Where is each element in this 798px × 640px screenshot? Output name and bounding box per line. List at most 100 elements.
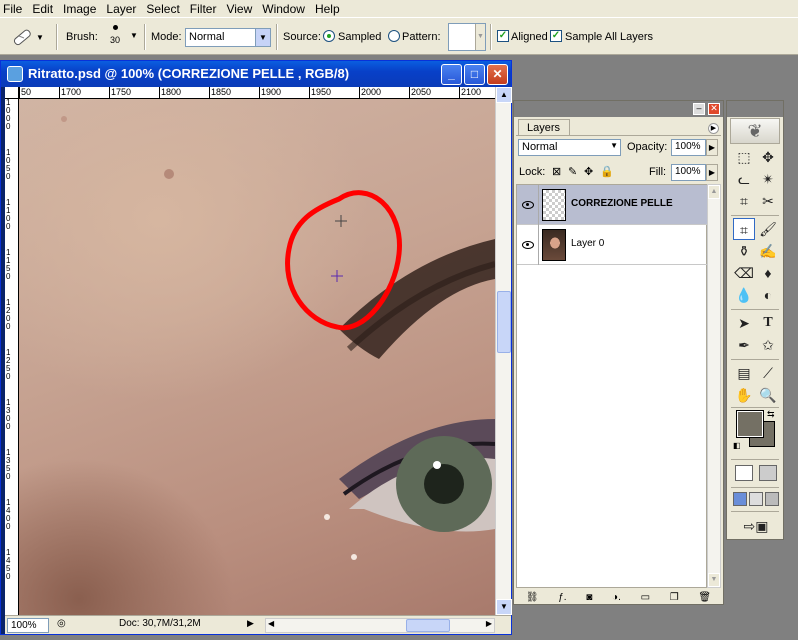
foreground-color-swatch[interactable] xyxy=(736,410,764,438)
horizontal-scrollbar[interactable]: ◀ ▶ xyxy=(265,618,495,633)
blend-mode-select[interactable]: Normal ▼ xyxy=(518,139,621,156)
brush-picker[interactable]: 30 xyxy=(105,22,125,52)
type-tool-icon[interactable]: T xyxy=(757,312,779,334)
scroll-down-icon[interactable]: ▼ xyxy=(496,599,512,615)
scroll-thumb[interactable] xyxy=(406,619,450,632)
lock-paint-icon[interactable]: ✎ xyxy=(568,165,577,178)
tab-layers[interactable]: Layers xyxy=(518,119,570,135)
scroll-up-icon[interactable]: ▲ xyxy=(708,185,720,199)
palette-title-bar[interactable]: – ✕ xyxy=(514,101,723,117)
zoom-field[interactable]: 100% xyxy=(7,618,49,633)
menu-window[interactable]: Window xyxy=(262,2,305,16)
trash-icon[interactable]: 🗑 xyxy=(698,592,711,603)
brush-dropdown-icon[interactable]: ▼ xyxy=(130,31,138,40)
layer-mask-icon[interactable]: ◙ xyxy=(586,592,592,603)
aligned-checkbox[interactable]: ✓ xyxy=(497,30,509,43)
image-canvas[interactable] xyxy=(19,99,495,615)
magic-wand-icon[interactable]: ✴ xyxy=(757,168,779,190)
vertical-scrollbar[interactable]: ▲ ▼ xyxy=(495,87,512,615)
menu-image[interactable]: Image xyxy=(63,2,96,16)
opacity-field[interactable]: 100% xyxy=(671,139,706,156)
adjustment-layer-icon[interactable]: ◑. xyxy=(612,592,621,603)
menu-view[interactable]: View xyxy=(226,2,252,16)
quick-mask-icon[interactable] xyxy=(759,465,777,481)
blur-tool-icon[interactable]: 💧 xyxy=(733,284,755,306)
marquee-tool-icon[interactable]: ⬚ xyxy=(733,146,755,168)
screen-mode-full-menu-icon[interactable] xyxy=(749,492,763,506)
scroll-down-icon[interactable]: ▼ xyxy=(708,573,720,587)
toolbox-title-bar[interactable] xyxy=(727,101,783,117)
scroll-up-icon[interactable]: ▲ xyxy=(496,87,512,103)
source-pattern-radio[interactable] xyxy=(388,30,400,43)
visibility-toggle[interactable] xyxy=(517,185,539,225)
lock-all-icon[interactable]: 🔒 xyxy=(600,165,614,178)
close-icon[interactable]: ✕ xyxy=(708,103,720,115)
edit-in-imageready-icon[interactable]: ⇨▣ xyxy=(733,515,779,537)
layer-row-correzione-pelle[interactable]: CORREZIONE PELLE xyxy=(517,185,707,225)
info-arrow-icon[interactable]: ▶ xyxy=(247,618,254,629)
minimize-button[interactable]: _ xyxy=(441,64,462,85)
menu-help[interactable]: Help xyxy=(315,2,340,16)
clone-stamp-icon[interactable]: ⚱ xyxy=(733,240,755,262)
new-layer-icon[interactable]: ❐ xyxy=(670,592,679,603)
menu-edit[interactable]: Edit xyxy=(32,2,53,16)
shape-tool-icon[interactable]: ✩ xyxy=(757,334,779,356)
fill-field[interactable]: 100% xyxy=(671,164,706,181)
default-colors-icon[interactable]: ◧ xyxy=(733,441,741,450)
scroll-left-icon[interactable]: ◀ xyxy=(268,619,274,628)
layer-style-icon[interactable]: ƒ. xyxy=(558,592,566,603)
eyedropper-icon[interactable]: ⟋ xyxy=(757,362,779,384)
link-layers-icon[interactable]: ⛓ xyxy=(526,592,539,603)
layers-scrollbar[interactable]: ▲ ▼ xyxy=(707,184,721,588)
pen-tool-icon[interactable]: ✒ xyxy=(733,334,755,356)
crop-tool-icon[interactable]: ⌗ xyxy=(733,190,755,212)
fill-slider-icon[interactable]: ▶ xyxy=(706,164,718,181)
feather-logo-icon[interactable]: ❦ xyxy=(730,118,780,144)
dodge-tool-icon[interactable]: ◐ xyxy=(757,284,779,306)
scroll-right-icon[interactable]: ▶ xyxy=(486,619,492,628)
tool-preset-picker[interactable]: ▼ xyxy=(10,24,50,50)
info-menu-icon[interactable]: ◎ xyxy=(57,618,66,629)
healing-brush-tool-icon[interactable]: ⌗ xyxy=(733,218,755,240)
move-tool-icon[interactable]: ✥ xyxy=(757,146,779,168)
visibility-toggle[interactable] xyxy=(517,225,539,265)
palette-menu-icon[interactable]: ▶ xyxy=(708,123,719,134)
screen-mode-standard-icon[interactable] xyxy=(733,492,747,506)
ruler-vertical[interactable]: 1000 1050 1100 1150 1200 1250 1300 1350 … xyxy=(5,99,19,615)
new-group-icon[interactable]: ▭ xyxy=(641,592,650,603)
zoom-tool-icon[interactable]: 🔍 xyxy=(757,384,779,406)
ruler-origin[interactable] xyxy=(5,87,19,99)
pattern-picker[interactable]: ▼ xyxy=(448,23,486,51)
standard-mode-icon[interactable] xyxy=(735,465,753,481)
lock-transparent-icon[interactable]: ⊠ xyxy=(552,165,561,178)
document-title-bar[interactable]: Ritratto.psd @ 100% (CORREZIONE PELLE , … xyxy=(1,61,511,87)
lasso-tool-icon[interactable]: ᓚ xyxy=(733,168,755,190)
menu-select[interactable]: Select xyxy=(146,2,179,16)
layer-row-layer-0[interactable]: Layer 0 xyxy=(517,225,707,265)
menu-layer[interactable]: Layer xyxy=(106,2,136,16)
close-button[interactable]: ✕ xyxy=(487,64,508,85)
swap-colors-icon[interactable]: ⇆ xyxy=(767,409,775,420)
mode-select[interactable]: Normal ▼ xyxy=(185,28,271,47)
screen-mode-full-icon[interactable] xyxy=(765,492,779,506)
lock-move-icon[interactable]: ✥ xyxy=(584,165,593,178)
paint-bucket-icon[interactable]: ♦ xyxy=(757,262,779,284)
ruler-horizontal[interactable]: 50 1700 1750 1800 1850 1900 1950 2000 20… xyxy=(19,87,495,99)
history-brush-icon[interactable]: ✍ xyxy=(757,240,779,262)
path-selection-icon[interactable]: ➤ xyxy=(733,312,755,334)
menu-filter[interactable]: Filter xyxy=(190,2,217,16)
eraser-tool-icon[interactable]: ⌫ xyxy=(733,262,755,284)
slice-tool-icon[interactable]: ✂ xyxy=(757,190,779,212)
hand-tool-icon[interactable]: ✋ xyxy=(733,384,755,406)
opacity-slider-icon[interactable]: ▶ xyxy=(706,139,718,156)
scroll-thumb[interactable] xyxy=(497,291,511,353)
brush-tool-icon[interactable]: 🖌 xyxy=(757,218,779,240)
minimize-icon[interactable]: – xyxy=(693,103,705,115)
menu-file[interactable]: File xyxy=(3,2,22,16)
maximize-button[interactable]: □ xyxy=(464,64,485,85)
sample-all-layers-checkbox[interactable]: ✓ xyxy=(550,30,562,43)
source-sampled-radio[interactable] xyxy=(323,30,335,43)
separator xyxy=(731,215,779,216)
chevron-down-icon: ▼ xyxy=(255,29,270,46)
notes-tool-icon[interactable]: ▤ xyxy=(733,362,755,384)
